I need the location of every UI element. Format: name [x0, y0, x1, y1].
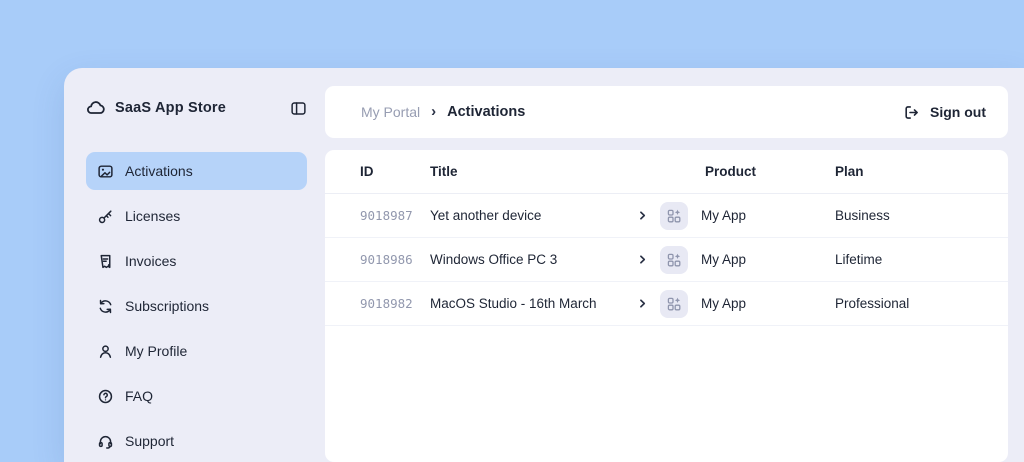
- sidebar-nav: Activations Licenses: [86, 152, 307, 460]
- sidebar-item-subscriptions[interactable]: Subscriptions: [86, 287, 307, 325]
- app-window: SaaS App Store Activations: [64, 68, 1024, 462]
- table-row[interactable]: 9018987 Yet another device: [325, 194, 1008, 238]
- sidebar-item-activations[interactable]: Activations: [86, 152, 307, 190]
- column-header-product: Product: [660, 164, 835, 179]
- product-name: My App: [701, 208, 746, 223]
- row-expand-button[interactable]: [625, 253, 660, 266]
- question-circle-icon: [97, 388, 114, 405]
- column-header-title: Title: [430, 164, 625, 179]
- cell-plan: Business: [835, 208, 988, 223]
- logo-row: SaaS App Store: [86, 94, 307, 122]
- sign-out-button[interactable]: Sign out: [903, 104, 986, 121]
- chevron-right-icon: [636, 297, 649, 310]
- breadcrumb-my-portal[interactable]: My Portal: [361, 104, 420, 120]
- cell-product: My App: [660, 202, 835, 230]
- sidebar-item-invoices[interactable]: Invoices: [86, 242, 307, 280]
- cell-product: My App: [660, 290, 835, 318]
- sidebar-item-label: FAQ: [125, 387, 153, 405]
- cell-plan: Professional: [835, 296, 988, 311]
- table-header-row: ID Title Product Plan: [325, 150, 1008, 194]
- sign-out-label: Sign out: [930, 104, 986, 120]
- app-grid-icon: [660, 290, 688, 318]
- app-title: SaaS App Store: [115, 100, 226, 116]
- cell-plan: Lifetime: [835, 252, 988, 267]
- activations-icon: [97, 163, 114, 180]
- sidebar-item-faq[interactable]: FAQ: [86, 377, 307, 415]
- cell-id: 9018986: [360, 252, 430, 267]
- product-name: My App: [701, 296, 746, 311]
- receipt-icon: [97, 253, 114, 270]
- chevron-right-icon: [636, 209, 649, 222]
- main-content: My Portal › Activations Sign out ID Titl…: [325, 68, 1024, 462]
- key-icon: [97, 208, 114, 225]
- column-header-plan: Plan: [835, 164, 988, 179]
- sidebar-item-label: Subscriptions: [125, 297, 209, 315]
- activations-table: ID Title Product Plan 9018987 Yet anothe…: [325, 150, 1008, 462]
- app-grid-icon: [660, 202, 688, 230]
- row-expand-button[interactable]: [625, 209, 660, 222]
- sidebar-item-label: My Profile: [125, 342, 187, 360]
- cell-title: MacOS Studio - 16th March: [430, 296, 625, 311]
- product-name: My App: [701, 252, 746, 267]
- sidebar-item-my-profile[interactable]: My Profile: [86, 332, 307, 370]
- top-bar: My Portal › Activations Sign out: [325, 86, 1008, 138]
- cell-id: 9018987: [360, 208, 430, 223]
- cell-id: 9018982: [360, 296, 430, 311]
- cell-title: Yet another device: [430, 208, 625, 223]
- breadcrumb-separator-icon: ›: [431, 104, 436, 121]
- sidebar-item-label: Activations: [125, 162, 193, 180]
- sidebar-item-support[interactable]: Support: [86, 422, 307, 460]
- column-header-id: ID: [360, 164, 430, 179]
- sidebar-toggle-icon[interactable]: [290, 100, 307, 117]
- sidebar-item-label: Support: [125, 432, 174, 450]
- table-row[interactable]: 9018982 MacOS Studio - 16th March: [325, 282, 1008, 326]
- refresh-icon: [97, 298, 114, 315]
- row-expand-button[interactable]: [625, 297, 660, 310]
- headset-icon: [97, 433, 114, 450]
- sidebar: SaaS App Store Activations: [64, 68, 325, 462]
- cell-title: Windows Office PC 3: [430, 252, 625, 267]
- cell-product: My App: [660, 246, 835, 274]
- sidebar-item-label: Invoices: [125, 252, 176, 270]
- table-row[interactable]: 9018986 Windows Office PC 3: [325, 238, 1008, 282]
- sidebar-item-licenses[interactable]: Licenses: [86, 197, 307, 235]
- app-grid-icon: [660, 246, 688, 274]
- breadcrumb: My Portal › Activations: [361, 104, 525, 121]
- sidebar-item-label: Licenses: [125, 207, 180, 225]
- person-icon: [97, 343, 114, 360]
- cloud-logo-icon: [86, 99, 105, 118]
- chevron-right-icon: [636, 253, 649, 266]
- sign-out-icon: [903, 104, 920, 121]
- breadcrumb-activations: Activations: [447, 104, 525, 120]
